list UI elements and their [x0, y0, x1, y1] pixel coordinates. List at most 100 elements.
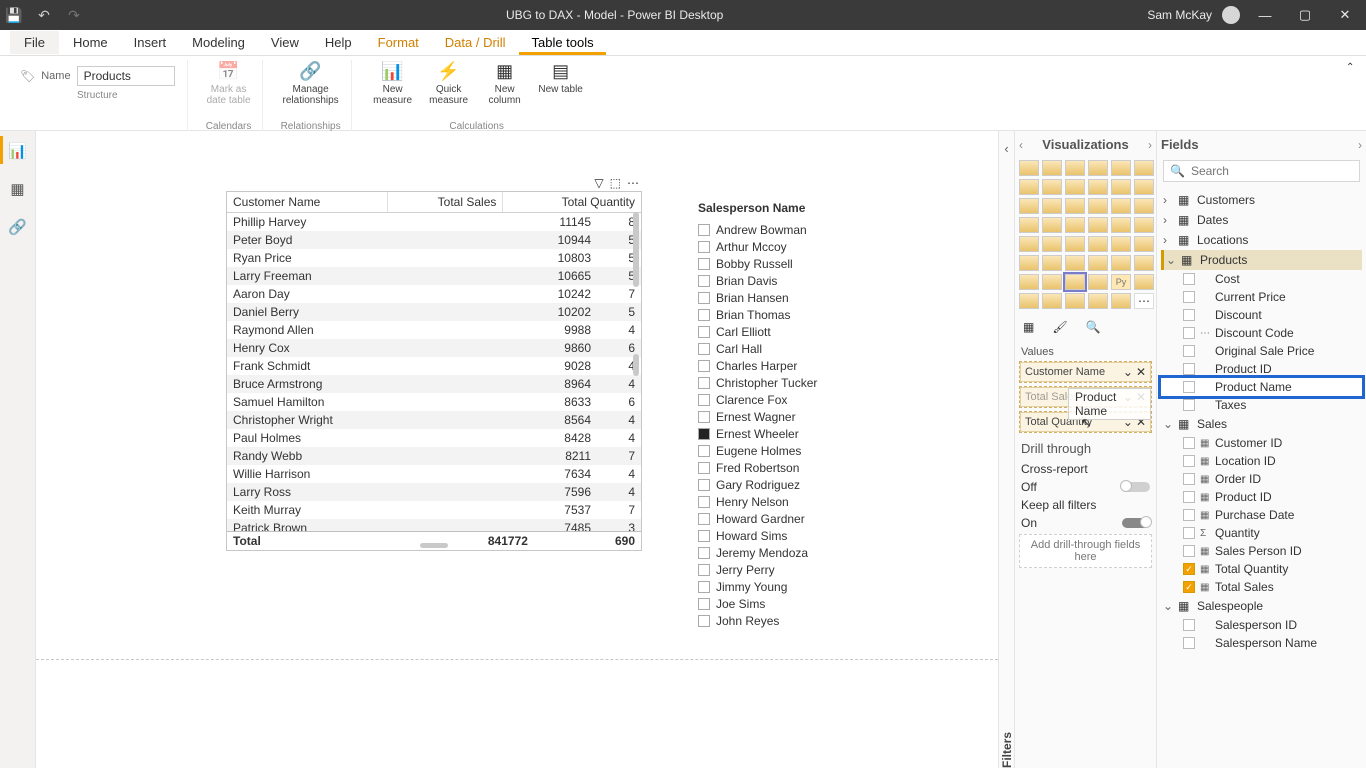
viz-type-icon[interactable] [1065, 217, 1085, 233]
checkbox-icon[interactable] [698, 428, 710, 440]
viz-type-icon[interactable] [1019, 160, 1039, 176]
viz-type-icon[interactable] [1134, 217, 1154, 233]
checkbox-icon[interactable] [698, 479, 710, 491]
checkbox-icon[interactable] [698, 258, 710, 270]
new-table-button[interactable]: ▤New table [538, 60, 584, 106]
model-view-icon[interactable]: 🔗 [8, 217, 28, 237]
slicer-option[interactable]: Jimmy Young [698, 578, 898, 595]
checkbox-icon[interactable] [698, 445, 710, 457]
menu-data-drill[interactable]: Data / Drill [433, 31, 518, 54]
viz-type-icon[interactable] [1019, 293, 1039, 309]
field-node[interactable]: ▦Product ID [1161, 488, 1362, 506]
slicer-option[interactable]: Eugene Holmes [698, 442, 898, 459]
checkbox-icon[interactable] [1183, 437, 1195, 449]
menu-file[interactable]: File [10, 31, 59, 54]
checkbox-icon[interactable]: ✓ [1183, 581, 1195, 593]
viz-type-icon[interactable] [1134, 198, 1154, 214]
viz-type-icon[interactable] [1042, 236, 1062, 252]
slicer-option[interactable]: Arthur Mccoy [698, 238, 898, 255]
viz-type-icon[interactable] [1042, 255, 1062, 271]
slicer-option[interactable]: Carl Hall [698, 340, 898, 357]
viz-type-icon[interactable] [1134, 179, 1154, 195]
viz-type-icon[interactable] [1042, 160, 1062, 176]
slicer-option[interactable]: Brian Hansen [698, 289, 898, 306]
search-input[interactable] [1191, 164, 1353, 178]
viz-type-icon[interactable] [1065, 179, 1085, 195]
focus-icon[interactable]: ⬚ [610, 176, 621, 190]
filter-icon[interactable]: ▽ [594, 176, 603, 190]
slicer-option[interactable]: Gary Rodriguez [698, 476, 898, 493]
viz-type-icon[interactable] [1042, 293, 1062, 309]
field-node[interactable]: Taxes [1161, 396, 1362, 414]
fields-mode-icon[interactable]: ▦ [1023, 320, 1034, 334]
viz-type-icon[interactable] [1019, 236, 1039, 252]
checkbox-icon[interactable] [698, 513, 710, 525]
checkbox-icon[interactable] [1183, 273, 1195, 285]
col-sales[interactable]: Total Sales [388, 192, 503, 213]
field-node[interactable]: ⋯Discount Code [1161, 324, 1362, 342]
checkbox-icon[interactable] [1183, 291, 1195, 303]
checkbox-icon[interactable] [698, 581, 710, 593]
checkbox-icon[interactable] [1183, 363, 1195, 375]
table-node[interactable]: ›▦Dates [1161, 210, 1362, 230]
checkbox-icon[interactable] [1183, 399, 1195, 411]
checkbox-icon[interactable] [698, 292, 710, 304]
field-node[interactable]: ▦Order ID [1161, 470, 1362, 488]
filters-pane-collapsed[interactable]: ‹ Filters [998, 131, 1014, 768]
fields-search[interactable]: 🔍 [1163, 160, 1360, 182]
close-button[interactable]: ✕ [1330, 1, 1360, 29]
minimize-button[interactable]: — [1250, 1, 1280, 29]
slicer-option[interactable]: Brian Davis [698, 272, 898, 289]
table-node[interactable]: ⌄▦Salespeople [1161, 596, 1362, 616]
slicer-option[interactable]: Charles Harper [698, 357, 898, 374]
avatar[interactable] [1222, 6, 1240, 24]
undo-icon[interactable]: ↶ [36, 7, 52, 23]
viz-type-icon[interactable] [1134, 236, 1154, 252]
checkbox-icon[interactable] [698, 530, 710, 542]
viz-type-icon[interactable] [1134, 255, 1154, 271]
table-row[interactable]: Ryan Price108035 [227, 249, 641, 267]
report-canvas[interactable]: ▽ ⬚ ⋯ Customer Name Total Sales Total Qu… [36, 131, 998, 768]
slicer-option[interactable]: Jerry Perry [698, 561, 898, 578]
slicer-option[interactable]: Henry Nelson [698, 493, 898, 510]
checkbox-icon[interactable] [1183, 345, 1195, 357]
checkbox-icon[interactable] [1183, 491, 1195, 503]
well-total-quantity[interactable]: Total Quantity⌄✕ [1019, 411, 1152, 433]
scrollbar-horizontal[interactable] [420, 543, 448, 548]
expand-filters-icon[interactable]: ‹ [1004, 141, 1008, 156]
table-node[interactable]: ›▦Customers [1161, 190, 1362, 210]
table-row[interactable]: Henry Cox98606 [227, 339, 641, 357]
checkbox-icon[interactable] [698, 394, 710, 406]
table-row[interactable]: Peter Boyd109445 [227, 231, 641, 249]
checkbox-icon[interactable] [698, 615, 710, 627]
viz-type-icon[interactable] [1111, 255, 1131, 271]
table-node[interactable]: ⌄▦Sales [1161, 414, 1362, 434]
field-node[interactable]: Salesperson Name [1161, 634, 1362, 652]
menu-home[interactable]: Home [61, 31, 120, 54]
checkbox-icon[interactable] [698, 547, 710, 559]
manage-relationships-button[interactable]: 🔗 Manage relationships [288, 60, 334, 106]
slicer-option[interactable]: Jeremy Mendoza [698, 544, 898, 561]
field-node[interactable]: ▦Customer ID [1161, 434, 1362, 452]
viz-type-icon[interactable] [1111, 198, 1131, 214]
ribbon-collapse-icon[interactable]: ⌃ [1346, 62, 1360, 76]
well-total-sales[interactable]: Total Sales⌄✕ Product Name↖ [1019, 386, 1152, 408]
viz-type-icon[interactable]: Py [1111, 274, 1131, 290]
viz-type-icon[interactable] [1111, 160, 1131, 176]
field-node[interactable]: Current Price [1161, 288, 1362, 306]
table-row[interactable]: Raymond Allen99884 [227, 321, 641, 339]
viz-type-icon[interactable] [1065, 255, 1085, 271]
viz-type-icon[interactable] [1065, 198, 1085, 214]
expand-fields-icon[interactable]: › [1358, 138, 1362, 152]
menu-help[interactable]: Help [313, 31, 364, 54]
viz-type-icon[interactable] [1019, 198, 1039, 214]
table-row[interactable]: Frank Schmidt90284 [227, 357, 641, 375]
checkbox-icon[interactable] [1183, 327, 1195, 339]
field-node[interactable]: ✓▦Total Quantity [1161, 560, 1362, 578]
quick-measure-button[interactable]: ⚡Quick measure [426, 60, 472, 106]
salesperson-slicer[interactable]: Salesperson Name Andrew BowmanArthur Mcc… [698, 201, 898, 629]
table-row[interactable]: Paul Holmes84284 [227, 429, 641, 447]
checkbox-icon[interactable] [698, 309, 710, 321]
remove-icon[interactable]: ✕ [1136, 415, 1146, 429]
analytics-mode-icon[interactable]: 🔍 [1086, 320, 1101, 334]
